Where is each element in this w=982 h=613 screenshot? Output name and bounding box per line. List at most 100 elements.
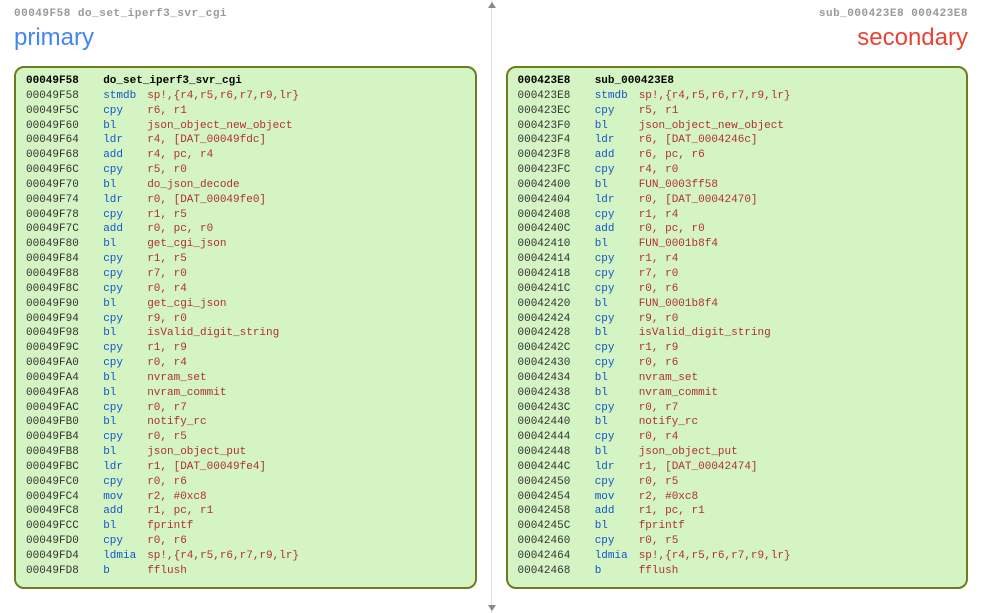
asm-row[interactable]: 00042408 cpyr1, r4 xyxy=(518,208,957,223)
asm-row[interactable]: 00049F90 blget_cgi_json xyxy=(26,297,465,312)
asm-row[interactable]: 00049FB4 cpyr0, r5 xyxy=(26,430,465,445)
asm-row[interactable]: 0004242C cpyr1, r9 xyxy=(518,341,957,356)
asm-row[interactable]: 00049F84 cpyr1, r5 xyxy=(26,252,465,267)
asm-row[interactable]: 00049FC4 movr2, #0xc8 xyxy=(26,490,465,505)
asm-addr: 000423E8 xyxy=(518,89,582,104)
asm-row[interactable]: 000423EC cpyr5, r1 xyxy=(518,104,957,119)
asm-addr: 00049F9C xyxy=(26,341,90,356)
asm-row[interactable]: 00042458 addr1, pc, r1 xyxy=(518,504,957,519)
asm-row[interactable]: 00042414 cpyr1, r4 xyxy=(518,252,957,267)
asm-row[interactable]: 0004245C blfprintf xyxy=(518,519,957,534)
asm-row[interactable]: 00049F7C addr0, pc, r0 xyxy=(26,222,465,237)
asm-row[interactable]: 00042410 blFUN_0001b8f4 xyxy=(518,237,957,252)
asm-row[interactable]: 000423F0 bljson_object_new_object xyxy=(518,119,957,134)
asm-mnemonic: cpy xyxy=(595,401,639,416)
asm-row[interactable]: 00042400 blFUN_0003ff58 xyxy=(518,178,957,193)
asm-row[interactable]: 00049F98 blisValid_digit_string xyxy=(26,326,465,341)
asm-row[interactable]: 00049F70 bldo_json_decode xyxy=(26,178,465,193)
asm-operands: r1, [DAT_00049fe4] xyxy=(147,461,266,473)
asm-row[interactable]: 00042424 cpyr9, r0 xyxy=(518,312,957,327)
asm-row[interactable]: 00049F60 bljson_object_new_object xyxy=(26,119,465,134)
asm-row[interactable]: 00049FBC ldrr1, [DAT_00049fe4] xyxy=(26,460,465,475)
asm-row[interactable]: 0004241C cpyr0, r6 xyxy=(518,282,957,297)
primary-header: 00049F58 do_set_iperf3_svr_cgi xyxy=(14,8,477,20)
asm-row[interactable]: 00049F80 blget_cgi_json xyxy=(26,237,465,252)
asm-operands: fflush xyxy=(147,565,187,577)
asm-addr: 00042440 xyxy=(518,415,582,430)
asm-operands: FUN_0003ff58 xyxy=(639,179,718,191)
asm-row[interactable]: 000423E8 stmdbsp!,{r4,r5,r6,r7,r9,lr} xyxy=(518,89,957,104)
asm-addr: 00042424 xyxy=(518,312,582,327)
asm-row[interactable]: 00042448 bljson_object_put xyxy=(518,445,957,460)
asm-row[interactable]: 00042464 ldmiasp!,{r4,r5,r6,r7,r9,lr} xyxy=(518,549,957,564)
asm-operands: r0, pc, r0 xyxy=(147,223,213,235)
asm-row[interactable]: 000423FC cpyr4, r0 xyxy=(518,163,957,178)
asm-row[interactable]: 00049F5C cpyr6, r1 xyxy=(26,104,465,119)
asm-row[interactable]: 00042468 bfflush xyxy=(518,564,957,579)
asm-row[interactable]: 00042420 blFUN_0001b8f4 xyxy=(518,297,957,312)
asm-row[interactable]: 00049FB0 blnotify_rc xyxy=(26,415,465,430)
asm-addr: 000423FC xyxy=(518,163,582,178)
asm-addr: 00049F98 xyxy=(26,326,90,341)
secondary-codeblock[interactable]: 000423E8 sub_000423E8000423E8 stmdbsp!,{… xyxy=(506,66,969,589)
asm-mnemonic: cpy xyxy=(595,282,639,297)
asm-mnemonic: cpy xyxy=(595,312,639,327)
asm-addr: 0004244C xyxy=(518,460,582,475)
asm-row[interactable]: 00042404 ldrr0, [DAT_00042470] xyxy=(518,193,957,208)
asm-row[interactable]: 00049FC8 addr1, pc, r1 xyxy=(26,504,465,519)
asm-operands: json_object_new_object xyxy=(639,120,784,132)
asm-addr: 00049F7C xyxy=(26,222,90,237)
asm-row[interactable]: 0004240C addr0, pc, r0 xyxy=(518,222,957,237)
asm-mnemonic: add xyxy=(595,148,639,163)
asm-row[interactable]: 00049F68 addr4, pc, r4 xyxy=(26,148,465,163)
asm-addr: 00049F8C xyxy=(26,282,90,297)
asm-mnemonic: bl xyxy=(595,119,639,134)
asm-row[interactable]: 00042418 cpyr7, r0 xyxy=(518,267,957,282)
asm-row[interactable]: 00042430 cpyr0, r6 xyxy=(518,356,957,371)
asm-row[interactable]: 000423F8 addr6, pc, r6 xyxy=(518,148,957,163)
asm-addr: 00042468 xyxy=(518,564,582,579)
asm-mnemonic: cpy xyxy=(103,312,147,327)
asm-row[interactable]: 00049FB8 bljson_object_put xyxy=(26,445,465,460)
asm-addr: 00049F68 xyxy=(26,148,90,163)
asm-row[interactable]: 00049FAC cpyr0, r7 xyxy=(26,401,465,416)
asm-row[interactable]: 00049FA4 blnvram_set xyxy=(26,371,465,386)
asm-row[interactable]: 00042460 cpyr0, r5 xyxy=(518,534,957,549)
asm-row[interactable]: 00049F64 ldrr4, [DAT_00049fdc] xyxy=(26,133,465,148)
asm-row[interactable]: 00042428 blisValid_digit_string xyxy=(518,326,957,341)
asm-row[interactable]: 00049F94 cpyr9, r0 xyxy=(26,312,465,327)
asm-row[interactable]: 00049F9C cpyr1, r9 xyxy=(26,341,465,356)
asm-row[interactable]: 00049F78 cpyr1, r5 xyxy=(26,208,465,223)
asm-operands: json_object_new_object xyxy=(147,120,292,132)
asm-row[interactable]: 00042438 blnvram_commit xyxy=(518,386,957,401)
asm-operands: r4, pc, r4 xyxy=(147,149,213,161)
asm-addr: 0004241C xyxy=(518,282,582,297)
asm-row[interactable]: 00042440 blnotify_rc xyxy=(518,415,957,430)
asm-row[interactable]: 00049FA0 cpyr0, r4 xyxy=(26,356,465,371)
asm-row[interactable]: 00049FD4 ldmiasp!,{r4,r5,r6,r7,r9,lr} xyxy=(26,549,465,564)
asm-row[interactable]: 00049F6C cpyr5, r0 xyxy=(26,163,465,178)
asm-row[interactable]: 00049F88 cpyr7, r0 xyxy=(26,267,465,282)
asm-addr: 00042420 xyxy=(518,297,582,312)
asm-row[interactable]: 000423F4 ldrr6, [DAT_0004246c] xyxy=(518,133,957,148)
asm-row[interactable]: 00049FC0 cpyr0, r6 xyxy=(26,475,465,490)
asm-row[interactable]: 00042450 cpyr0, r5 xyxy=(518,475,957,490)
function-header: 00049F58 do_set_iperf3_svr_cgi xyxy=(26,74,465,89)
asm-row[interactable]: 0004243C cpyr0, r7 xyxy=(518,401,957,416)
asm-row[interactable]: 0004244C ldrr1, [DAT_00042474] xyxy=(518,460,957,475)
asm-addr: 00049FD8 xyxy=(26,564,90,579)
asm-row[interactable]: 00042434 blnvram_set xyxy=(518,371,957,386)
asm-mnemonic: bl xyxy=(595,415,639,430)
asm-row[interactable]: 00042454 movr2, #0xc8 xyxy=(518,490,957,505)
asm-operands: r2, #0xc8 xyxy=(147,491,206,503)
primary-codeblock[interactable]: 00049F58 do_set_iperf3_svr_cgi00049F58 s… xyxy=(14,66,477,589)
asm-row[interactable]: 00042444 cpyr0, r4 xyxy=(518,430,957,445)
asm-row[interactable]: 00049FD0 cpyr0, r6 xyxy=(26,534,465,549)
asm-row[interactable]: 00049F8C cpyr0, r4 xyxy=(26,282,465,297)
asm-row[interactable]: 00049F58 stmdbsp!,{r4,r5,r6,r7,r9,lr} xyxy=(26,89,465,104)
asm-row[interactable]: 00049FCC blfprintf xyxy=(26,519,465,534)
asm-row[interactable]: 00049FA8 blnvram_commit xyxy=(26,386,465,401)
asm-row[interactable]: 00049FD8 bfflush xyxy=(26,564,465,579)
asm-row[interactable]: 00049F74 ldrr0, [DAT_00049fe0] xyxy=(26,193,465,208)
asm-mnemonic: bl xyxy=(595,326,639,341)
